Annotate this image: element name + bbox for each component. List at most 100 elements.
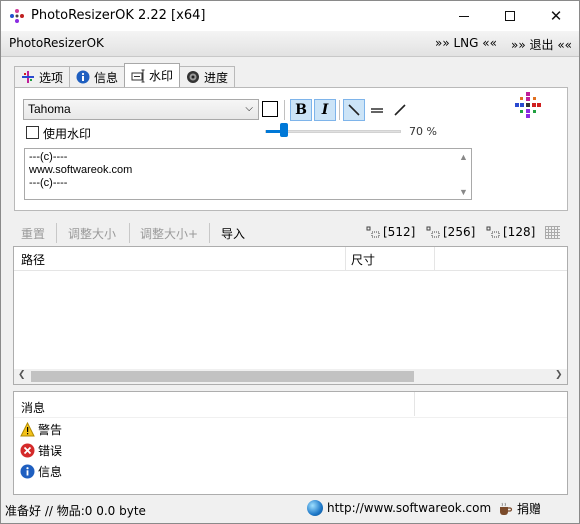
close-icon: ✕ [549, 7, 563, 25]
status-text: 准备好 // 物品:0 0.0 byte [5, 504, 146, 518]
message-label: 警告 [38, 423, 63, 437]
opacity-value: 70 % [409, 125, 437, 138]
diagonal-up-button[interactable] [389, 99, 411, 121]
tab-label: 进度 [204, 70, 229, 85]
watermark-icon [131, 69, 145, 82]
preset-256-button[interactable]: [256] [426, 225, 475, 239]
message-list[interactable]: 消息 警告 错误 信息 [13, 391, 568, 495]
preset-label: [512] [383, 225, 416, 239]
resize-preset-icon [426, 226, 440, 238]
softwareok-logo-icon [515, 92, 541, 118]
tab-watermark[interactable]: 水印 [124, 63, 181, 87]
diagonal-line-icon [348, 104, 360, 116]
column-header-messages[interactable]: 消息 [21, 399, 45, 416]
use-watermark-checkbox[interactable] [26, 126, 39, 139]
tab-strip: 选项 信息 水印 进度 [14, 63, 236, 88]
message-item-error[interactable]: 错误 [20, 442, 62, 459]
status-bar: 准备好 // 物品:0 0.0 byte http://www.software… [1, 497, 579, 523]
file-list[interactable]: 路径 尺寸 ❮ ❯ [13, 246, 568, 385]
toolbar-divider [56, 223, 57, 243]
info-icon [20, 464, 35, 479]
donate-link[interactable]: 捐赠 [497, 500, 541, 517]
preset-128-button[interactable]: [128] [486, 225, 535, 239]
donate-label: 捐赠 [517, 502, 542, 516]
maximize-button[interactable] [487, 1, 533, 31]
resize-preset-icon [366, 226, 380, 238]
tab-info[interactable]: 信息 [69, 66, 126, 87]
scroll-up-icon[interactable]: ▲ [459, 151, 468, 164]
minimize-button[interactable] [441, 1, 487, 31]
tab-label: 水印 [149, 69, 174, 83]
resize-plus-button[interactable]: 调整大小+ [140, 225, 198, 242]
title-bar[interactable]: PhotoResizerOK 2.22 [x64] ✕ [1, 1, 579, 31]
file-list-header: 路径 尺寸 [14, 247, 567, 271]
preset-512-button[interactable]: [512] [366, 225, 415, 239]
header-divider [14, 417, 567, 418]
maximize-icon [505, 11, 515, 21]
preset-label: [128] [503, 225, 536, 239]
main-window: PhotoResizerOK 2.22 [x64] ✕ PhotoResizer… [0, 0, 580, 524]
color-picker[interactable] [262, 101, 278, 117]
app-icon [10, 9, 24, 23]
resize-preset-icon [486, 226, 500, 238]
italic-button[interactable]: I [314, 99, 336, 121]
menu-exit[interactable]: »» 退出 «« [511, 36, 572, 53]
menu-language[interactable]: »» LNG «« [435, 36, 497, 50]
font-select[interactable]: Tahoma ⌵ [23, 99, 259, 120]
opacity-slider-thumb[interactable] [280, 123, 288, 137]
coffee-cup-icon [500, 502, 513, 515]
message-item-warning[interactable]: 警告 [20, 421, 62, 438]
column-divider[interactable] [345, 247, 346, 271]
column-divider[interactable] [414, 392, 415, 416]
watermark-text-line: www.softwareok.com [29, 164, 133, 176]
tab-label: 选项 [39, 70, 64, 85]
warning-icon [20, 422, 35, 437]
minimize-icon [459, 15, 469, 17]
scroll-down-icon[interactable]: ▼ [459, 186, 468, 199]
tab-progress[interactable]: 进度 [179, 66, 236, 87]
progress-icon [187, 71, 200, 83]
menu-app-name[interactable]: PhotoResizerOK [9, 36, 104, 50]
error-icon [20, 443, 35, 458]
tab-label: 信息 [94, 70, 119, 85]
font-select-value: Tahoma [28, 102, 71, 116]
horizontal-scrollbar[interactable]: ❮ ❯ [14, 369, 567, 384]
website-url: http://www.softwareok.com [327, 501, 492, 515]
horizontal-line-icon [371, 108, 383, 113]
horizontal-button[interactable] [366, 99, 388, 121]
menu-bar: PhotoResizerOK »» LNG «« »» 退出 «« [1, 31, 579, 57]
message-item-info[interactable]: 信息 [20, 463, 62, 480]
use-watermark-label[interactable]: 使用水印 [43, 125, 91, 142]
import-button[interactable]: 导入 [221, 225, 245, 242]
reset-button[interactable]: 重置 [21, 225, 45, 242]
close-button[interactable]: ✕ [533, 1, 579, 31]
toolbar-divider [129, 223, 130, 243]
watermark-text-area[interactable]: ---(c)---- www.softwareok.com ---(c)----… [24, 148, 472, 200]
info-icon [76, 70, 90, 84]
bold-button[interactable]: B [290, 99, 312, 121]
grid-view-icon[interactable] [545, 226, 560, 239]
italic-label: I [321, 102, 329, 118]
scrollbar-thumb[interactable] [31, 371, 414, 382]
toolbar-divider [284, 100, 285, 120]
tab-options[interactable]: 选项 [14, 66, 71, 87]
globe-icon [307, 500, 323, 516]
watermark-text-line: ---(c)---- [29, 177, 68, 189]
message-label: 信息 [38, 465, 63, 479]
bold-label: B [295, 102, 307, 118]
window-title: PhotoResizerOK 2.22 [x64] [31, 8, 206, 23]
website-link[interactable]: http://www.softwareok.com [307, 500, 491, 516]
column-divider[interactable] [434, 247, 435, 271]
text-scrollbar[interactable]: ▲ ▼ [455, 149, 471, 199]
toolbar-divider [209, 223, 210, 243]
diagonal-down-button[interactable] [343, 99, 365, 121]
message-label: 错误 [38, 444, 63, 458]
diagonal-up-line-icon [394, 104, 406, 116]
resize-button[interactable]: 调整大小 [68, 225, 116, 242]
column-header-path[interactable]: 路径 [21, 251, 45, 268]
scroll-left-icon[interactable]: ❮ [18, 370, 26, 380]
scroll-right-icon[interactable]: ❯ [555, 370, 563, 380]
toolbar-divider [339, 100, 340, 120]
column-header-size[interactable]: 尺寸 [351, 251, 375, 268]
preset-label: [256] [443, 225, 476, 239]
